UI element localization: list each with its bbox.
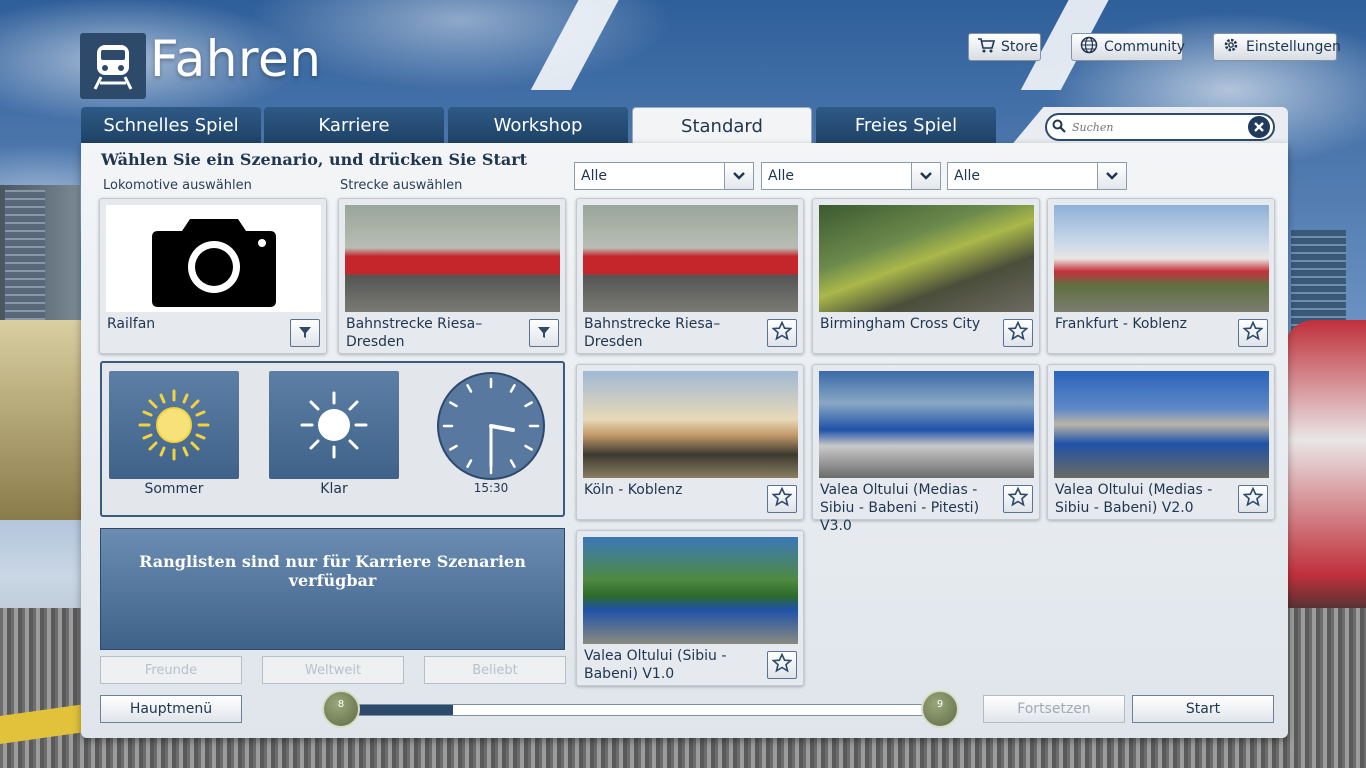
star-icon xyxy=(1007,320,1029,345)
star-icon xyxy=(771,486,793,511)
scenario-thumbnail xyxy=(819,371,1034,478)
page-prev-button[interactable]: 8 xyxy=(322,690,360,728)
page-scrollbar[interactable] xyxy=(355,704,925,716)
loco-card[interactable]: Railfan xyxy=(99,198,327,354)
tab-freies-spiel[interactable]: Freies Spiel xyxy=(816,107,996,143)
star-icon xyxy=(1242,320,1264,345)
loco-select-label: Lokomotive auswählen xyxy=(103,178,252,193)
environment-settings: Sommer Klar 15:30 xyxy=(100,361,565,517)
tab-standard[interactable]: Standard xyxy=(632,107,812,145)
community-button[interactable]: Community xyxy=(1071,33,1186,61)
search-box[interactable] xyxy=(1045,113,1275,141)
star-icon xyxy=(771,320,793,345)
store-button[interactable]: Store xyxy=(968,33,1041,61)
scenario-thumbnail xyxy=(1054,205,1269,312)
chevron-down-icon xyxy=(724,163,753,189)
settings-label: Einstellungen xyxy=(1246,39,1341,55)
clock-icon xyxy=(437,372,545,480)
favorite-button[interactable] xyxy=(1003,319,1033,347)
store-label: Store xyxy=(1001,39,1039,55)
route-card[interactable]: Bahnstrecke Riesa–Dresden xyxy=(338,198,566,354)
filter-dropdown-2[interactable]: Alle xyxy=(761,162,941,190)
weather-label: Klar xyxy=(320,481,348,497)
favorite-button[interactable] xyxy=(1238,485,1268,513)
sun-summer-icon xyxy=(138,389,210,461)
chevron-down-icon xyxy=(911,163,940,189)
start-button[interactable]: Start xyxy=(1132,695,1274,723)
camera-icon xyxy=(106,205,321,312)
scenario-thumbnail xyxy=(583,371,798,478)
scenario-card[interactable]: Frankfurt - Koblenz xyxy=(1047,198,1275,354)
search-icon xyxy=(1052,118,1066,137)
weather-tile[interactable] xyxy=(269,371,399,479)
route-filter-button[interactable] xyxy=(529,319,559,347)
scenario-card[interactable]: Valea Oltului (Sibiu - Babeni) V1.0 xyxy=(576,530,804,686)
time-tile[interactable] xyxy=(436,371,546,481)
scenario-card[interactable]: Bahnstrecke Riesa–Dresden xyxy=(576,198,804,354)
filter-value: Alle xyxy=(581,168,607,184)
scenario-card[interactable]: Valea Oltului (Medias - Sibiu - Babeni -… xyxy=(812,364,1040,534)
globe-icon xyxy=(1080,36,1098,58)
tab-karriere[interactable]: Karriere xyxy=(264,107,444,143)
filter-icon xyxy=(298,324,312,343)
scenario-thumbnail xyxy=(583,537,798,644)
season-label: Sommer xyxy=(144,481,204,497)
worldwide-button[interactable]: Weltweit xyxy=(262,656,404,684)
gear-icon xyxy=(1222,36,1240,58)
favorite-button[interactable] xyxy=(1003,485,1033,513)
scenario-name: Köln - Koblenz xyxy=(584,482,683,498)
scenario-name: Valea Oltului (Sibiu - Babeni) V1.0 xyxy=(584,648,727,682)
loco-name: Railfan xyxy=(107,316,156,332)
scenario-name: Bahnstrecke Riesa–Dresden xyxy=(584,316,721,350)
chevron-down-icon xyxy=(1097,163,1126,189)
loco-filter-button[interactable] xyxy=(290,319,320,347)
scenario-thumbnail xyxy=(583,205,798,312)
sun-clear-icon xyxy=(300,391,368,459)
tab-schnelles-spiel[interactable]: Schnelles Spiel xyxy=(81,107,261,143)
scenario-card[interactable]: Birmingham Cross City xyxy=(812,198,1040,354)
search-input[interactable] xyxy=(1070,119,1248,135)
cart-icon xyxy=(977,37,996,57)
scenario-name: Valea Oltului (Medias - Sibiu - Babeni) … xyxy=(1055,482,1213,516)
clear-search-icon[interactable] xyxy=(1248,116,1270,138)
settings-button[interactable]: Einstellungen xyxy=(1213,33,1341,61)
leaderboard-message: Ranglisten sind nur für Karriere Szenari… xyxy=(100,528,565,650)
filter-value: Alle xyxy=(954,168,980,184)
star-icon xyxy=(1242,486,1264,511)
page-next-button[interactable]: 9 xyxy=(921,690,959,728)
filter-dropdown-3[interactable]: Alle xyxy=(947,162,1127,190)
filter-icon xyxy=(537,324,551,343)
scenario-thumbnail xyxy=(819,205,1034,312)
page-scroll-fill xyxy=(356,705,453,715)
favorite-button[interactable] xyxy=(767,485,797,513)
time-label: 15:30 xyxy=(473,481,509,495)
scenario-name: Birmingham Cross City xyxy=(820,316,981,332)
route-name: Bahnstrecke Riesa–Dresden xyxy=(346,316,483,350)
main-menu-button[interactable]: Hauptmenü xyxy=(100,695,242,723)
community-label: Community xyxy=(1104,39,1186,55)
favorite-button[interactable] xyxy=(767,651,797,679)
friends-button[interactable]: Freunde xyxy=(100,656,242,684)
scenario-heading: Wählen Sie ein Szenario, und drücken Sie… xyxy=(101,150,528,169)
train-logo-icon xyxy=(80,33,146,99)
star-icon xyxy=(771,652,793,677)
star-icon xyxy=(1007,486,1029,511)
popular-button[interactable]: Beliebt xyxy=(424,656,566,684)
favorite-button[interactable] xyxy=(1238,319,1268,347)
favorite-button[interactable] xyxy=(767,319,797,347)
scenario-card[interactable]: Köln - Koblenz xyxy=(576,364,804,520)
scenario-name: Frankfurt - Koblenz xyxy=(1055,316,1188,332)
route-thumbnail xyxy=(345,205,560,312)
route-select-label: Strecke auswählen xyxy=(340,178,463,193)
scenario-card[interactable]: Valea Oltului (Medias - Sibiu - Babeni) … xyxy=(1047,364,1275,520)
page-title: Fahren xyxy=(150,30,322,88)
season-tile[interactable] xyxy=(109,371,239,479)
filter-value: Alle xyxy=(768,168,794,184)
scenario-thumbnail xyxy=(1054,371,1269,478)
filter-dropdown-1[interactable]: Alle xyxy=(574,162,754,190)
scenario-name: Valea Oltului (Medias - Sibiu - Babeni -… xyxy=(820,482,980,534)
continue-button[interactable]: Fortsetzen xyxy=(983,695,1125,723)
tab-workshop[interactable]: Workshop xyxy=(448,107,628,143)
